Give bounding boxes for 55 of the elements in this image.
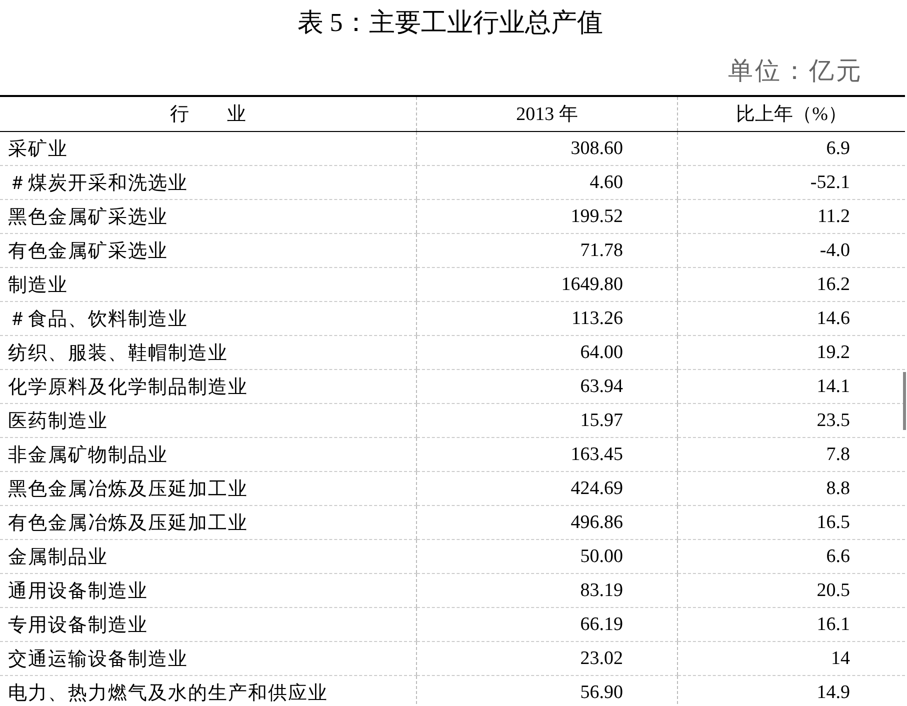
- column-header: 行 业: [0, 96, 416, 132]
- table-cell: 56.90: [416, 676, 678, 706]
- table-cell: 16.5: [678, 506, 905, 540]
- table-cell: 496.86: [416, 506, 678, 540]
- table-cell: 交通运输设备制造业: [0, 642, 416, 676]
- table-cell: 66.19: [416, 608, 678, 642]
- table-cell: 金属制品业: [0, 540, 416, 574]
- table-cell: 化学原料及化学制品制造业: [0, 370, 416, 404]
- table-cell: 50.00: [416, 540, 678, 574]
- table-cell: 非金属矿物制品业: [0, 438, 416, 472]
- table-cell: 采矿业: [0, 132, 416, 166]
- table-cell: 有色金属冶炼及压延加工业: [0, 506, 416, 540]
- column-header: 比上年（%）: [678, 96, 905, 132]
- table-cell: 纺织、服装、鞋帽制造业: [0, 336, 416, 370]
- table-cell: 63.94: [416, 370, 678, 404]
- table-cell: 15.97: [416, 404, 678, 438]
- table-cell: 83.19: [416, 574, 678, 608]
- table-cell: 制造业: [0, 268, 416, 302]
- unit-label: 单位：亿元: [728, 57, 863, 87]
- table-cell: 308.60: [416, 132, 678, 166]
- table-cell: 14.9: [678, 676, 905, 706]
- table-title: 表 5：主要工业行业总产值: [296, 7, 604, 39]
- table-cell: 14: [678, 642, 905, 676]
- table-cell: 1649.80: [416, 268, 678, 302]
- table-cell: 113.26: [416, 302, 678, 336]
- table-cell: 14.6: [678, 302, 905, 336]
- table-cell: 20.5: [678, 574, 905, 608]
- table-cell: 23.02: [416, 642, 678, 676]
- table-cell: 有色金属矿采选业: [0, 234, 416, 268]
- table-cell: -4.0: [678, 234, 905, 268]
- table-cell: 8.8: [678, 472, 905, 506]
- table-cell: 19.2: [678, 336, 905, 370]
- table-cell: 16.1: [678, 608, 905, 642]
- table-cell: 16.2: [678, 268, 905, 302]
- table-cell: 通用设备制造业: [0, 574, 416, 608]
- table-cell: 电力、热力燃气及水的生产和供应业: [0, 676, 416, 706]
- table-cell: -52.1: [678, 166, 905, 200]
- table-cell: 黑色金属冶炼及压延加工业: [0, 472, 416, 506]
- table-cell: 黑色金属矿采选业: [0, 200, 416, 234]
- table-cell: 6.9: [678, 132, 905, 166]
- table-cell: ＃煤炭开采和洗选业: [0, 166, 416, 200]
- table-cell: 4.60: [416, 166, 678, 200]
- table-cell: 71.78: [416, 234, 678, 268]
- table-cell: 6.6: [678, 540, 905, 574]
- table-cell: 199.52: [416, 200, 678, 234]
- table-cell: 专用设备制造业: [0, 608, 416, 642]
- table-cell: 医药制造业: [0, 404, 416, 438]
- table-cell: 11.2: [678, 200, 905, 234]
- column-header: 2013 年: [416, 96, 678, 132]
- table-cell: 7.8: [678, 438, 905, 472]
- table-cell: 163.45: [416, 438, 678, 472]
- scrollbar-thumb[interactable]: [903, 372, 906, 430]
- table-cell: 64.00: [416, 336, 678, 370]
- table-cell: 424.69: [416, 472, 678, 506]
- table-cell: ＃食品、饮料制造业: [0, 302, 416, 336]
